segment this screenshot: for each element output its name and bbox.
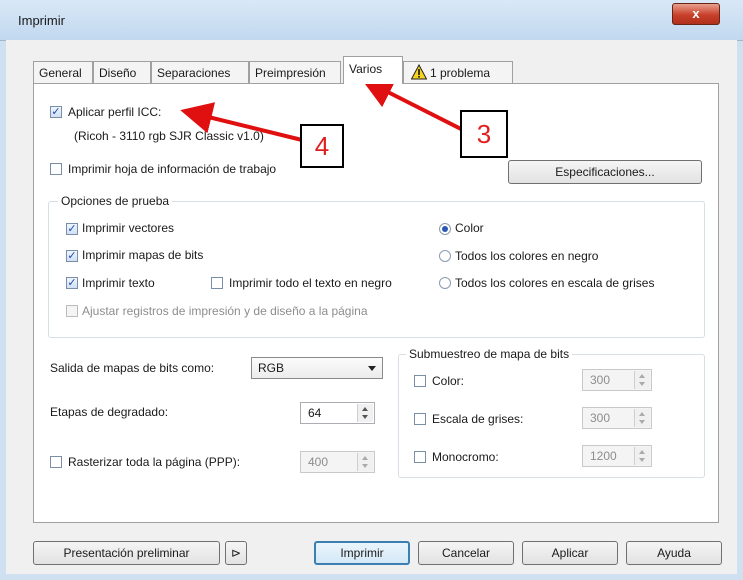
arrow-3 xyxy=(360,78,464,132)
annotation-label-4: 4 xyxy=(300,124,344,168)
arrow-4 xyxy=(180,102,303,142)
annotation-label-3: 3 xyxy=(460,110,508,158)
annotation-arrows xyxy=(180,78,464,142)
tab-varios[interactable]: Varios xyxy=(343,56,403,84)
